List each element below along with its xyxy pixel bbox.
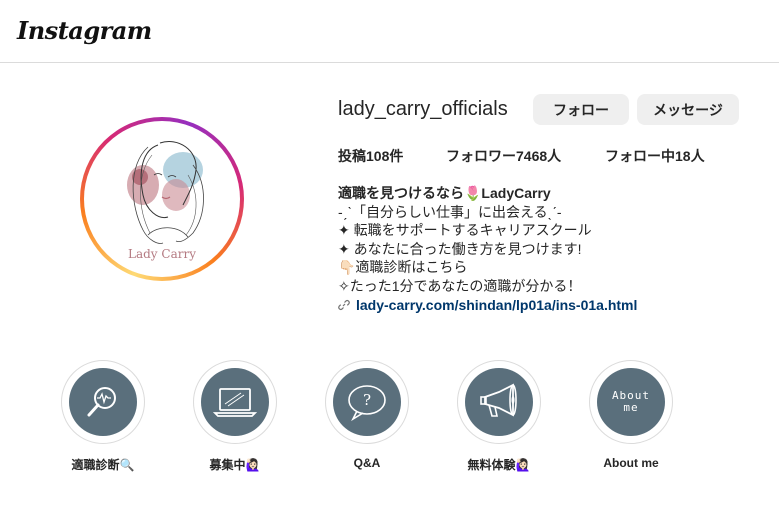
followers-count[interactable]: フォロワー7468人 — [446, 146, 561, 166]
megaphone-icon — [480, 383, 517, 417]
highlight-boshu[interactable]: 募集中🙋🏻‍♀️ — [193, 360, 277, 473]
follow-button[interactable]: フォロー — [533, 94, 629, 125]
instagram-logo[interactable]: Instagram — [17, 16, 152, 45]
bio-line: -ˏˋ「自分らしい仕事」に出会えるˎˊ- — [338, 203, 562, 220]
link-icon — [338, 299, 350, 310]
bio-line: ✧たった1分であなたの適職が分かる！ — [338, 277, 582, 294]
highlight-label: Q&A — [353, 456, 381, 470]
message-button[interactable]: メッセージ — [637, 94, 739, 125]
profile-avatar[interactable]: Lady Carry — [80, 117, 244, 281]
highlight-qa[interactable]: ? Q&A — [325, 360, 409, 470]
highlight-label: About me — [603, 456, 659, 470]
magnifier-icon — [87, 387, 116, 417]
svg-text:?: ? — [363, 391, 371, 409]
highlight-label: 募集中🙋🏻‍♀️ — [209, 458, 261, 472]
top-bar: Instagram — [0, 0, 779, 63]
profile-bio: 適職を見つけるなら🌷LadyCarry -ˏˋ「自分らしい仕事」に出会えるˎˊ-… — [338, 184, 637, 314]
highlight-tekishoku[interactable]: 適職診断🔍 — [61, 360, 145, 473]
highlight-label: 適職診断🔍 — [71, 458, 135, 472]
highlight-label: 無料体験🙋🏻‍♀️ — [467, 458, 531, 472]
laptop-icon — [213, 388, 257, 417]
bio-line: ✦ あなたに合った働き方を見つけます! — [338, 240, 582, 257]
bio-name: 適職を見つけるなら🌷LadyCarry — [338, 185, 551, 201]
bio-line: ✦ 転職をサポートするキャリアスクール — [338, 222, 592, 239]
highlight-about-me[interactable]: About me About me — [589, 360, 673, 470]
posts-count: 投稿108件 — [338, 148, 404, 164]
avatar-caption: Lady Carry — [128, 247, 196, 261]
profile-username: lady_carry_officials — [338, 98, 508, 120]
question-bubble-icon: ? — [348, 385, 386, 422]
highlight-muryo[interactable]: 無料体験🙋🏻‍♀️ — [457, 360, 541, 473]
avatar-illustration: Lady Carry — [88, 125, 236, 273]
about-me-text: About me — [611, 389, 651, 414]
bio-link[interactable]: lady-carry.com/shindan/lp01a/ins-01a.htm… — [338, 296, 637, 315]
following-count[interactable]: フォロー中18人 — [605, 146, 705, 166]
bio-link-text: lady-carry.com/shindan/lp01a/ins-01a.htm… — [356, 296, 638, 313]
bio-line: 👇🏻適職診断はこちら — [338, 259, 468, 276]
